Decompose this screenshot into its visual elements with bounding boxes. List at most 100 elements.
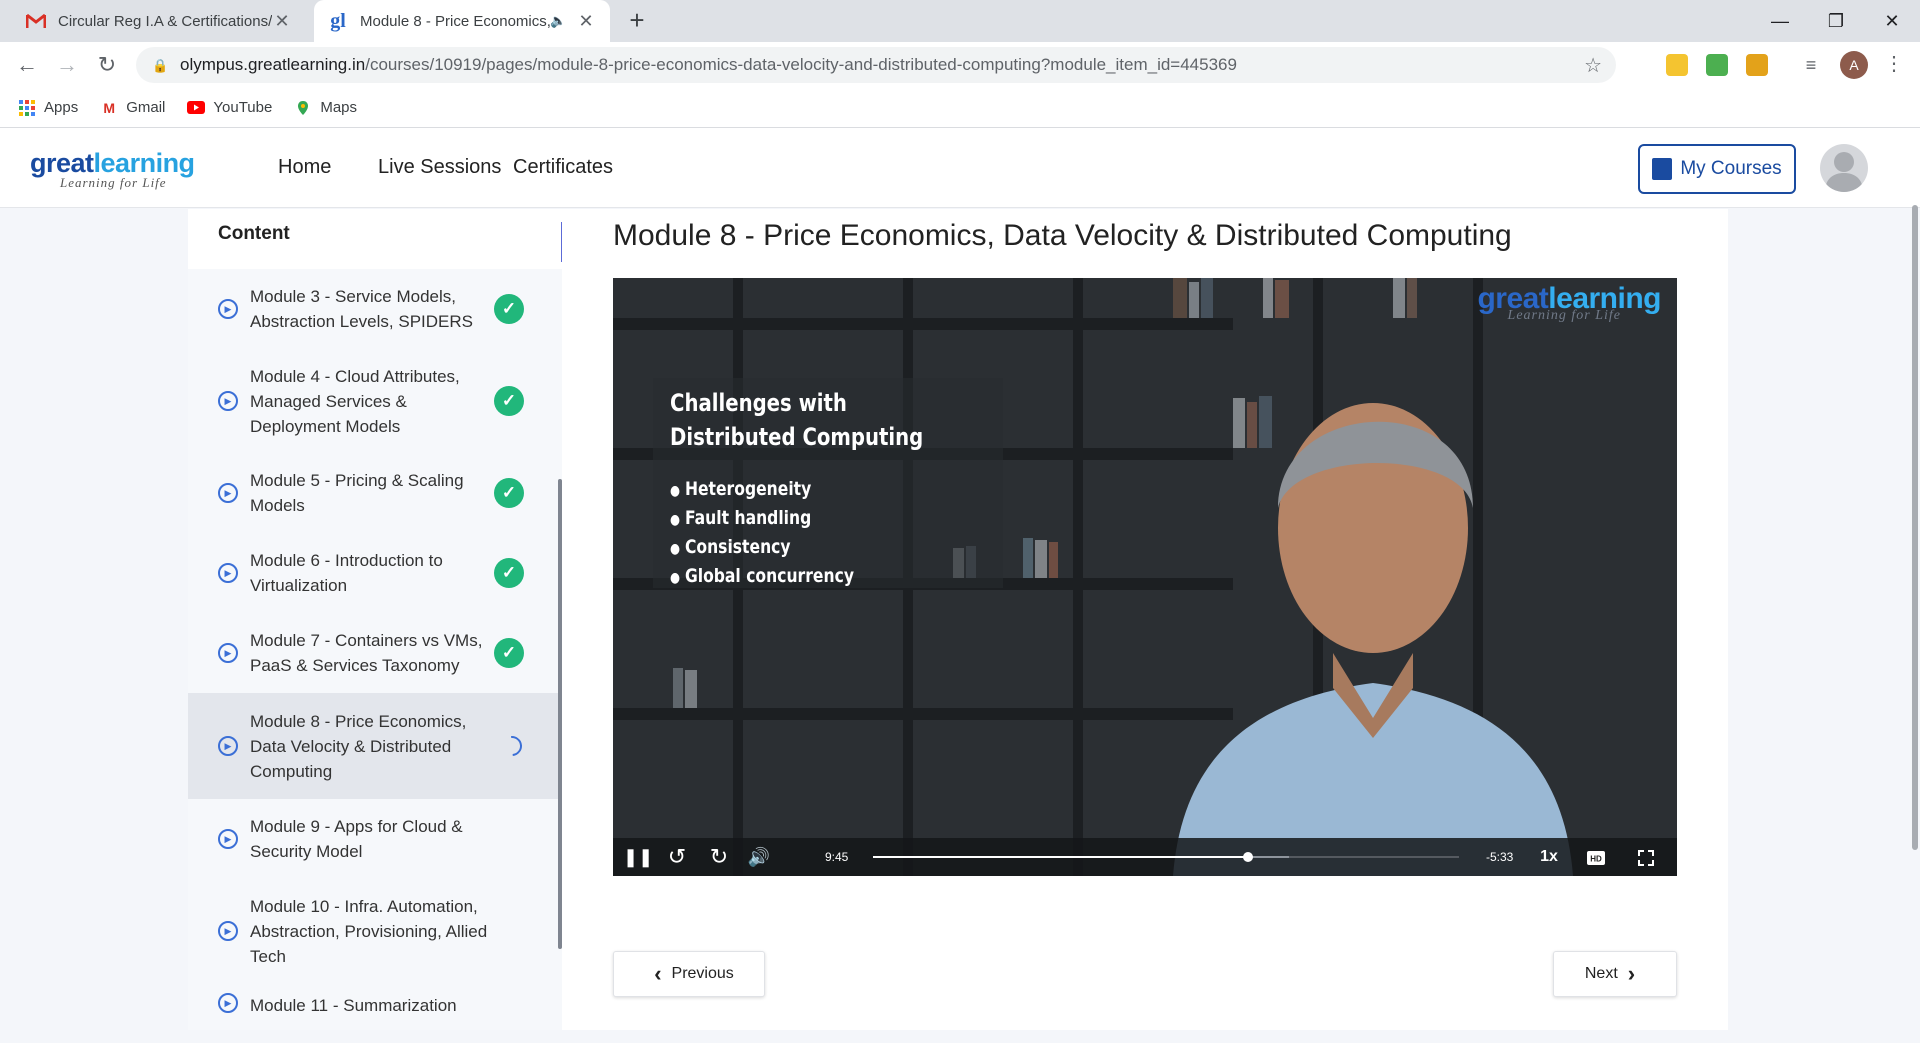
module-item-10[interactable]: ▶ Module 10 - Infra. Automation, Abstrac… bbox=[188, 879, 562, 983]
hd-quality-icon[interactable]: HD bbox=[1580, 838, 1612, 876]
rewind-icon[interactable]: ↺ bbox=[661, 838, 693, 876]
speaker-icon[interactable]: 🔈 bbox=[550, 13, 570, 29]
fullscreen-icon[interactable] bbox=[1630, 838, 1662, 876]
check-circle-icon: ✓ bbox=[494, 294, 524, 324]
apps-grid-icon bbox=[18, 99, 36, 117]
module-title: Module 5 - Pricing & Scaling Models bbox=[250, 471, 464, 515]
bookmark-gmail[interactable]: M Gmail bbox=[100, 99, 165, 117]
bookmark-label: Maps bbox=[320, 99, 358, 116]
video-player[interactable]: Challenges with Distributed Computing He… bbox=[613, 278, 1677, 876]
bookmark-star-icon[interactable]: ☆ bbox=[1584, 53, 1602, 78]
slide-bullet: Fault handling bbox=[670, 505, 854, 534]
module-title: Module 8 - Price Economics, Data Velocit… bbox=[250, 711, 467, 781]
bookmark-label: Apps bbox=[44, 99, 79, 116]
check-circle-icon: ✓ bbox=[494, 558, 524, 588]
close-tab-icon[interactable]: ✕ bbox=[272, 11, 292, 32]
extension-icon[interactable] bbox=[1666, 54, 1688, 76]
module-title: Module 6 - Introduction to Virtualizatio… bbox=[250, 551, 443, 595]
volume-icon[interactable]: 🔊 bbox=[743, 838, 775, 876]
forward-icon[interactable]: ↻ bbox=[703, 838, 735, 876]
restore-window-icon[interactable]: ❐ bbox=[1808, 0, 1864, 42]
next-button[interactable]: Next › bbox=[1553, 951, 1677, 997]
play-circle-icon: ▶ bbox=[218, 736, 238, 756]
module-title: Module 4 - Cloud Attributes, Managed Ser… bbox=[250, 366, 460, 436]
minimize-window-icon[interactable]: — bbox=[1752, 0, 1808, 42]
close-window-icon[interactable]: ✕ bbox=[1864, 0, 1920, 42]
back-arrow-icon[interactable]: ← bbox=[12, 50, 42, 80]
module-item-4[interactable]: ▶ Module 4 - Cloud Attributes, Managed S… bbox=[188, 349, 562, 453]
play-circle-icon: ▶ bbox=[218, 829, 238, 849]
youtube-icon bbox=[187, 99, 206, 117]
play-circle-icon: ▶ bbox=[218, 483, 238, 503]
module-title: Module 9 - Apps for Cloud & Security Mod… bbox=[250, 817, 463, 861]
bookmark-apps[interactable]: Apps bbox=[18, 99, 78, 117]
bookmarks-bar: Apps M Gmail YouTube Maps bbox=[0, 88, 1920, 128]
video-watermark: greatlearning Learning for Life bbox=[1477, 282, 1661, 323]
browser-toolbar: ← → ↻ 🔒 olympus.greatlearning.in/courses… bbox=[0, 42, 1920, 88]
browser-tab-strip: Circular Reg I.A & Certifications/ ✕ gl … bbox=[0, 0, 1920, 42]
close-tab-icon[interactable]: ✕ bbox=[576, 11, 596, 32]
nav-home[interactable]: Home bbox=[278, 156, 331, 179]
play-circle-icon: ▶ bbox=[218, 993, 238, 1013]
module-item-3[interactable]: ▶ Module 3 - Service Models, Abstraction… bbox=[188, 269, 562, 349]
bookmark-youtube[interactable]: YouTube bbox=[187, 99, 272, 117]
module-title: Module 7 - Containers vs VMs, PaaS & Ser… bbox=[250, 631, 483, 675]
content-sidebar: Content ▶ Module 3 - Service Models, Abs… bbox=[188, 209, 562, 1030]
module-item-8[interactable]: ▶ Module 8 - Price Economics, Data Veloc… bbox=[188, 693, 562, 799]
remaining-time: -5:33 bbox=[1486, 850, 1514, 864]
module-item-11[interactable]: ▶ Module 11 - Summarization bbox=[188, 983, 562, 1043]
scrubber-handle[interactable] bbox=[1243, 852, 1254, 862]
module-item-7[interactable]: ▶ Module 7 - Containers vs VMs, PaaS & S… bbox=[188, 613, 562, 693]
menu-kebab-icon[interactable]: ⋮ bbox=[1884, 51, 1904, 76]
slide-title: Challenges with Distributed Computing bbox=[670, 389, 924, 451]
url-path: /courses/10919/pages/module-8-price-econ… bbox=[365, 55, 1237, 74]
page-scrollbar[interactable] bbox=[1912, 205, 1918, 850]
nav-live-sessions[interactable]: Live Sessions bbox=[378, 156, 501, 179]
forward-arrow-icon[interactable]: → bbox=[52, 50, 82, 80]
tab-title: Circular Reg I.A & Certifications/ bbox=[58, 12, 272, 30]
module-list: ▶ Module 3 - Service Models, Abstraction… bbox=[188, 269, 562, 1043]
my-courses-button[interactable]: My Courses bbox=[1638, 144, 1796, 194]
slide-bullet: Heterogeneity bbox=[670, 476, 854, 505]
nav-certificates[interactable]: Certificates bbox=[513, 156, 613, 179]
previous-button[interactable]: ‹ Previous bbox=[613, 951, 765, 997]
slide-bullets: Heterogeneity Fault handling Consistency… bbox=[670, 476, 854, 592]
gmail-icon: M bbox=[103, 99, 116, 116]
module-title: Module 11 - Summarization bbox=[250, 996, 457, 1015]
media-control-icon[interactable]: ≡ bbox=[1800, 54, 1822, 76]
play-circle-icon: ▶ bbox=[218, 563, 238, 583]
video-progress-track[interactable] bbox=[873, 852, 1459, 862]
book-icon bbox=[1652, 158, 1673, 180]
maps-icon bbox=[294, 99, 312, 117]
browser-tab-module-8[interactable]: gl Module 8 - Price Economics, 🔈 ✕ bbox=[314, 0, 610, 42]
new-tab-button[interactable]: + bbox=[622, 6, 652, 36]
bookmark-maps[interactable]: Maps bbox=[294, 99, 357, 117]
module-item-6[interactable]: ▶ Module 6 - Introduction to Virtualizat… bbox=[188, 533, 562, 613]
play-circle-icon: ▶ bbox=[218, 391, 238, 411]
pause-icon[interactable]: ❚❚ bbox=[623, 838, 653, 876]
page-title: Module 8 - Price Economics, Data Velocit… bbox=[613, 219, 1512, 252]
user-avatar[interactable] bbox=[1820, 144, 1868, 192]
browser-tab-gmail[interactable]: Circular Reg I.A & Certifications/ ✕ bbox=[12, 0, 306, 42]
greatlearning-icon: gl bbox=[330, 9, 346, 32]
bookmark-label: YouTube bbox=[213, 99, 273, 116]
profile-avatar[interactable]: A bbox=[1840, 51, 1868, 79]
greatlearning-logo[interactable]: greatlearning Learning for Life bbox=[30, 148, 195, 191]
module-item-5[interactable]: ▶ Module 5 - Pricing & Scaling Models ✓ bbox=[188, 453, 562, 533]
gmail-icon bbox=[26, 11, 46, 31]
video-controls: ❚❚ ↺ ↻ 🔊 9:45 -5:33 1x HD bbox=[613, 838, 1677, 876]
address-bar[interactable]: 🔒 olympus.greatlearning.in/courses/10919… bbox=[136, 47, 1616, 83]
playback-speed-button[interactable]: 1x bbox=[1533, 838, 1565, 876]
played-bar bbox=[873, 856, 1249, 858]
lock-icon: 🔒 bbox=[152, 58, 169, 73]
extension-icon[interactable] bbox=[1706, 54, 1728, 76]
module-item-9[interactable]: ▶ Module 9 - Apps for Cloud & Security M… bbox=[188, 799, 562, 879]
reload-icon[interactable]: ↻ bbox=[92, 50, 122, 80]
play-circle-icon: ▶ bbox=[218, 921, 238, 941]
extension-icon[interactable] bbox=[1746, 54, 1768, 76]
check-circle-icon: ✓ bbox=[494, 386, 524, 416]
svg-text:HD: HD bbox=[1590, 855, 1602, 864]
bookmark-label: Gmail bbox=[126, 99, 166, 116]
site-header: greatlearning Learning for Life Home Liv… bbox=[0, 128, 1920, 208]
url-host: olympus.greatlearning.in bbox=[180, 55, 366, 74]
